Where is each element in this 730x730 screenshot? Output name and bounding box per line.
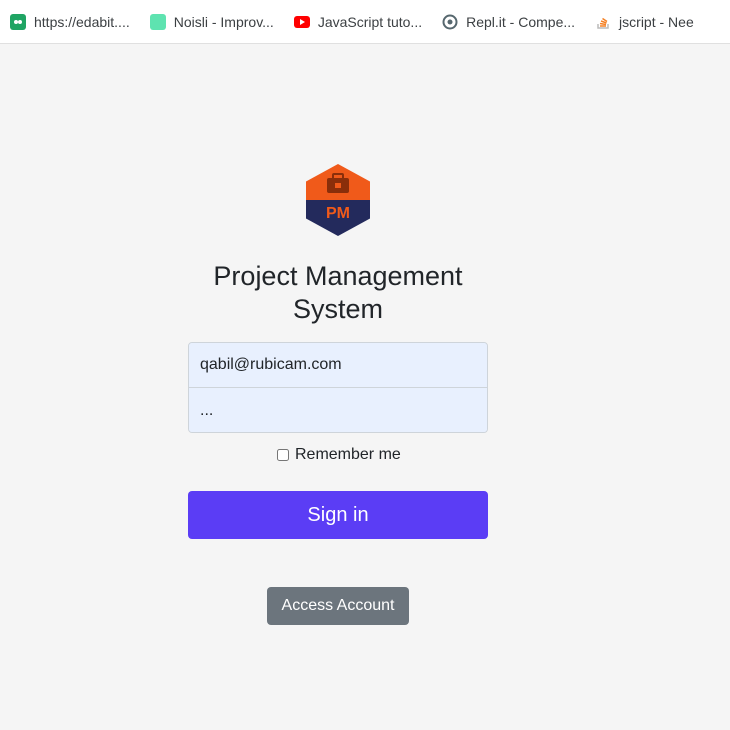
stackoverflow-icon: [595, 14, 611, 30]
bookmark-edabit[interactable]: https://edabit....: [10, 13, 130, 30]
sign-in-button[interactable]: Sign in: [188, 491, 488, 539]
remember-checkbox[interactable]: [277, 449, 289, 461]
page-title: Project Management System: [213, 261, 463, 324]
bookmark-label: JavaScript tuto...: [317, 13, 423, 30]
bookmark-noisli[interactable]: Noisli - Improv...: [149, 13, 274, 30]
remember-label: Remember me: [295, 446, 401, 463]
bookmarks-bar: https://edabit.... Noisli - Improv... Ja…: [0, 0, 730, 44]
pm-logo: PM: [305, 163, 371, 237]
logo-text: PM: [326, 205, 350, 222]
login-fields: [188, 342, 488, 433]
bookmark-youtube[interactable]: JavaScript tuto...: [293, 13, 423, 30]
bookmark-label: Repl.it - Compe...: [466, 13, 576, 30]
remember-me[interactable]: Remember me: [277, 446, 401, 464]
email-field[interactable]: [189, 343, 487, 388]
bookmark-label: https://edabit....: [34, 13, 130, 30]
bookmark-label: Noisli - Improv...: [173, 13, 274, 30]
bookmark-stackoverflow[interactable]: jscript - Nee: [595, 14, 694, 30]
password-field[interactable]: [189, 388, 487, 432]
access-account-button[interactable]: Access Account: [267, 587, 409, 625]
youtube-icon: [293, 14, 310, 30]
noisli-icon: [149, 13, 166, 30]
bookmark-replit[interactable]: Repl.it - Compe...: [442, 14, 575, 30]
edabit-icon: [10, 13, 26, 30]
replit-icon: [442, 14, 458, 30]
bookmark-label: jscript - Nee: [619, 13, 694, 30]
